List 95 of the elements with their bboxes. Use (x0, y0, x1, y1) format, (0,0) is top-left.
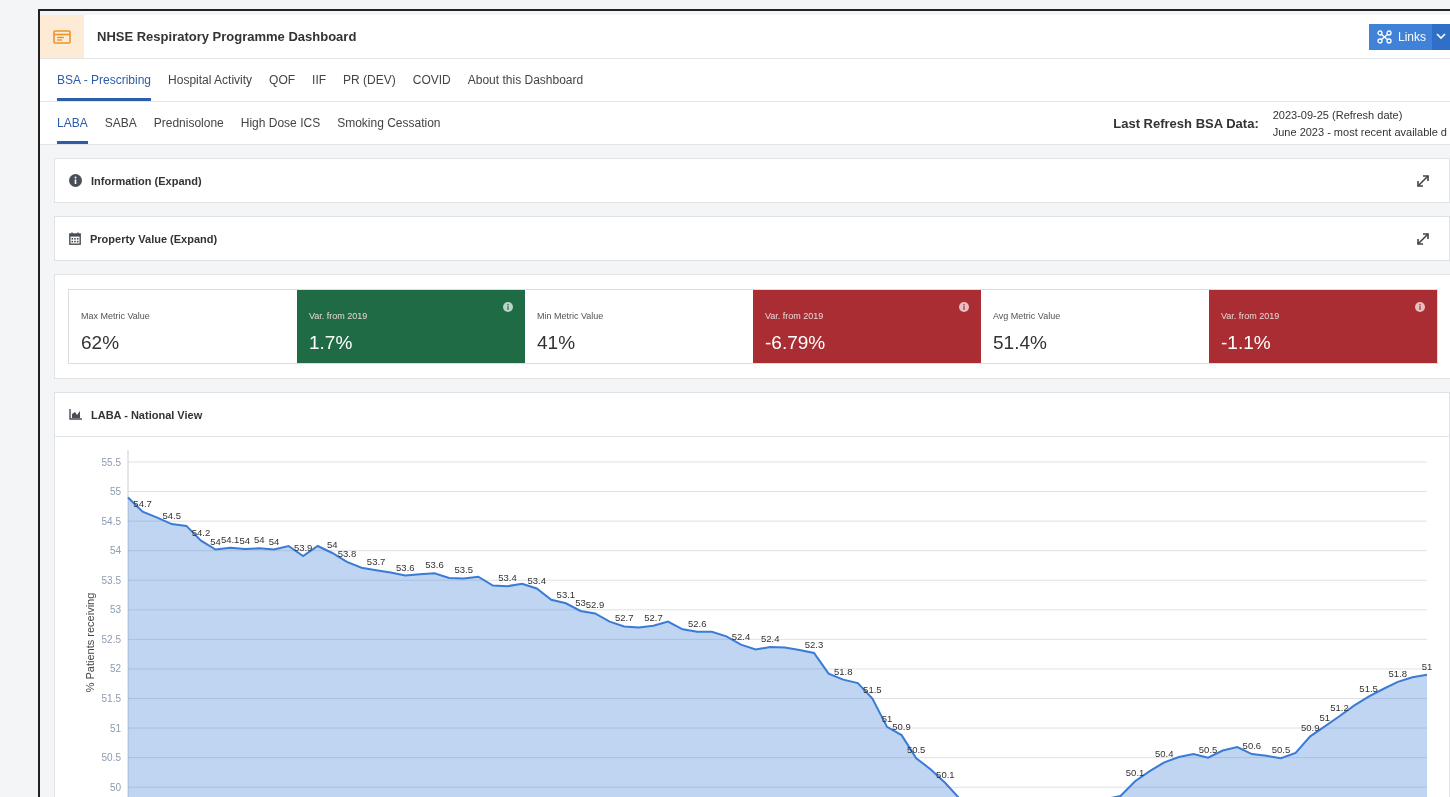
app-title: NHSE Respiratory Programme Dashboard (97, 29, 358, 44)
data-label: 54 (254, 534, 265, 546)
data-label: 52.4 (731, 630, 751, 642)
caret-icon (1436, 33, 1446, 40)
data-label: 54.5 (162, 510, 182, 522)
axis-title: % Patients receiving (84, 592, 96, 693)
data-label: 52.9 (585, 599, 605, 611)
data-label: 50.5 (1198, 743, 1218, 755)
data-label: 52.3 (804, 638, 824, 650)
expand-icon[interactable] (1416, 231, 1430, 246)
metric-value: -6.79% (765, 332, 827, 354)
tab[interactable]: SABA (104, 102, 137, 144)
data-label: 51.8 (1388, 667, 1408, 679)
data-label: 50.9 (892, 721, 911, 733)
data-label: 53.6 (396, 561, 415, 573)
metric-label: Avg Metric Value (993, 311, 1061, 321)
data-label: 50.9 (1301, 722, 1320, 734)
tab[interactable]: PR (DEV) (343, 59, 396, 101)
info-icon (959, 302, 969, 312)
axis-tick-label: 53 (109, 604, 121, 616)
axis-tick-label: 54.5 (101, 515, 121, 527)
axis-tick-label: 55.5 (101, 456, 121, 468)
area-chart-icon (69, 409, 82, 420)
metric-label: Var. from 2019 (765, 311, 824, 321)
axis-tick-label: 53.5 (101, 574, 121, 586)
data-label: 50.6 (1242, 740, 1262, 752)
data-label: 52.6 (687, 617, 707, 629)
refresh-label: Last Refresh BSA Data: (1113, 115, 1259, 131)
data-label: 50.1 (936, 769, 955, 781)
metric-label: Var. from 2019 (1221, 311, 1280, 321)
metric-value: 62% (81, 332, 121, 354)
data-label: 51 (1421, 660, 1433, 672)
data-label: 52.4 (760, 633, 780, 645)
metric-value: 1.7% (309, 332, 354, 354)
data-label: 50.1 (1125, 767, 1145, 779)
metric-value: 51.4% (993, 332, 1048, 354)
data-label: 54 (268, 535, 280, 547)
data-label: 53.9 (293, 542, 313, 553)
data-label: 53.7 (366, 556, 386, 568)
tab[interactable]: Hospital Activity (168, 59, 253, 101)
data-label: 53.1 (556, 589, 576, 601)
data-label: 53.4 (498, 572, 517, 584)
data-label: 53.5 (454, 564, 473, 576)
tab[interactable]: QOF (269, 59, 296, 101)
tab[interactable]: Smoking Cessation (337, 102, 441, 144)
panel-title: Information (Expand) (91, 174, 203, 187)
metric-label: Var. from 2019 (309, 311, 368, 321)
network-icon (1377, 29, 1392, 44)
data-label: 53.4 (527, 574, 546, 586)
tab[interactable]: LABA (57, 102, 88, 144)
window-icon (53, 29, 71, 44)
data-label: 51.2 (1330, 702, 1349, 714)
links-button[interactable]: Links (1369, 23, 1450, 50)
metric-value: 41% (537, 332, 577, 354)
tab[interactable]: COVID (412, 59, 451, 101)
expand-icon[interactable] (1416, 173, 1430, 188)
metric-value: -1.1% (1221, 332, 1272, 354)
metric-label: Max Metric Value (81, 311, 150, 321)
axis-tick-label: 52 (109, 663, 121, 675)
data-label: 53.6 (425, 559, 444, 571)
data-label: 53.8 (337, 547, 357, 559)
axis-tick-label: 52.5 (101, 633, 121, 645)
axis-tick-label: 54 (109, 545, 121, 557)
data-label: 54.1 (220, 533, 240, 545)
tab[interactable]: IIF (312, 59, 327, 101)
refresh-text: 2023-09-25 (Refresh date) (1272, 108, 1404, 121)
data-label: 51.5 (1359, 682, 1378, 694)
tab[interactable]: Prednisolone (153, 102, 224, 144)
panel-title: Property Value (Expand) (90, 232, 219, 245)
data-label: 51.8 (833, 665, 853, 677)
data-label: 51 (1319, 712, 1331, 724)
data-label: 53 (575, 597, 586, 608)
data-label: 54 (210, 535, 221, 547)
refresh-text: June 2023 - most recent available d (1272, 125, 1447, 138)
data-label: 54.2 (191, 526, 211, 538)
axis-tick-label: 50 (109, 781, 121, 793)
info-icon (69, 174, 82, 187)
info-icon (503, 302, 513, 312)
data-label: 50.4 (1155, 748, 1174, 760)
tab[interactable]: High Dose ICS (240, 102, 321, 144)
tab[interactable]: About this Dashboard (467, 59, 584, 101)
calendar-icon (69, 232, 81, 245)
data-label: 50.5 (1271, 744, 1291, 756)
data-label: 54 (327, 539, 338, 551)
data-label: 54.7 (133, 497, 152, 509)
axis-tick-label: 51.5 (101, 693, 121, 704)
info-icon (1415, 302, 1425, 312)
axis-tick-label: 51 (109, 722, 121, 734)
panel-title: LABA - National View (91, 408, 204, 421)
data-label: 52.7 (615, 612, 634, 624)
axis-tick-label: 50.5 (101, 752, 121, 764)
metric-label: Min Metric Value (537, 311, 604, 321)
data-label: 54 (239, 534, 251, 546)
axis-tick-label: 55 (109, 486, 121, 498)
data-label: 52.7 (644, 611, 663, 623)
